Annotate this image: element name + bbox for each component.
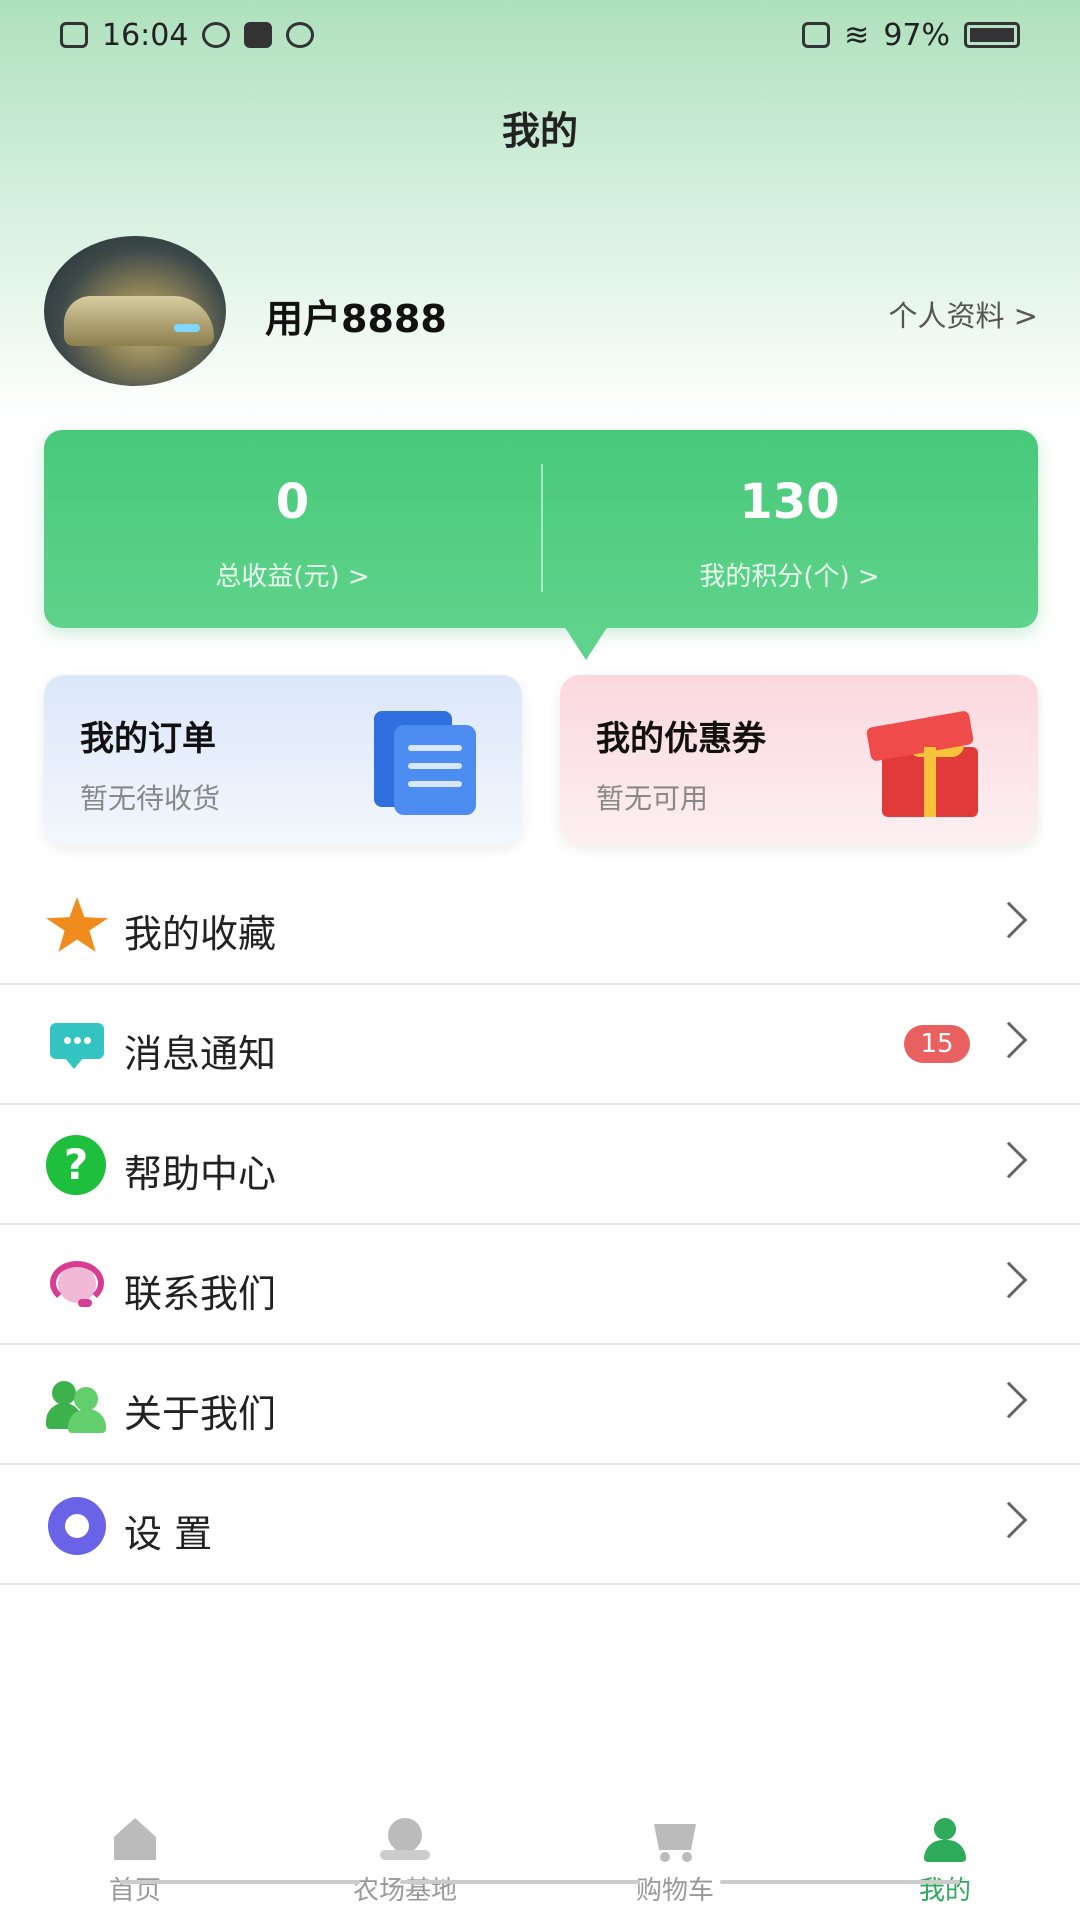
username: 用户8888 xyxy=(265,297,447,341)
home-icon xyxy=(110,1818,160,1862)
my-coupons-title: 我的优惠券 xyxy=(596,719,766,759)
headset-icon xyxy=(46,1257,108,1313)
chevron-right-icon xyxy=(990,1141,1028,1179)
menu-item-label: 设 置 xyxy=(124,1512,213,1556)
mail-icon xyxy=(244,22,273,48)
my-orders-title: 我的订单 xyxy=(80,719,216,759)
chevron-right-icon xyxy=(990,901,1028,939)
my-coupons-subtitle: 暂无可用 xyxy=(596,782,709,815)
bottom-nav: 首页 农场基地 购物车 我的 xyxy=(0,1800,1080,1920)
chevron-right-icon xyxy=(990,1021,1028,1059)
total-earnings[interactable]: 0 总收益(元) > xyxy=(44,430,541,628)
menu-item-label: 消息通知 xyxy=(124,1032,277,1076)
status-time: 16:04 xyxy=(102,17,189,53)
avatar[interactable] xyxy=(44,236,226,386)
profile-link[interactable]: 个人资料 > xyxy=(888,293,1038,335)
menu-item-favorites[interactable]: 我的收藏 xyxy=(0,865,1080,985)
menu-item-notifications[interactable]: 消息通知 15 xyxy=(0,985,1080,1105)
status-bar: 16:04 ≋ 97% xyxy=(0,0,1080,70)
my-orders-card[interactable]: 我的订单 暂无待收货 xyxy=(44,675,522,845)
avatar-car-light xyxy=(174,324,200,332)
my-points-value: 130 xyxy=(739,474,840,530)
my-orders-subtitle: 暂无待收货 xyxy=(80,782,221,815)
stats-card: 0 总收益(元) > 130 我的积分(个) > xyxy=(44,430,1038,660)
sync-icon xyxy=(286,22,315,48)
menu-item-about[interactable]: 关于我们 xyxy=(0,1345,1080,1465)
avatar-car-image xyxy=(64,296,214,346)
menu-item-label: 帮助中心 xyxy=(124,1152,277,1196)
tab-farm[interactable]: 农场基地 xyxy=(270,1810,540,1907)
battery-icon xyxy=(964,22,1020,48)
tab-label: 购物车 xyxy=(635,1876,714,1906)
menu-item-label: 我的收藏 xyxy=(124,912,277,956)
total-earnings-value: 0 xyxy=(275,474,310,530)
tab-underline xyxy=(400,1880,640,1884)
page-title: 我的 xyxy=(501,109,578,153)
menu-item-label: 联系我们 xyxy=(124,1272,277,1316)
wifi-icon: ≋ xyxy=(844,17,870,53)
tab-home[interactable]: 首页 xyxy=(0,1818,270,1907)
tab-mine[interactable]: 我的 xyxy=(810,1818,1080,1907)
chevron-right-icon xyxy=(990,1261,1028,1299)
help-icon: ? xyxy=(46,1135,106,1195)
tab-underline xyxy=(120,1880,360,1884)
tab-label: 首页 xyxy=(108,1876,161,1906)
cart-icon xyxy=(650,1818,700,1862)
total-earnings-label: 总收益(元) > xyxy=(215,562,370,592)
my-coupons-card[interactable]: 我的优惠券 暂无可用 xyxy=(560,675,1038,845)
sim-icon xyxy=(60,22,88,48)
app-notification-icon xyxy=(202,22,231,48)
gift-box-icon xyxy=(865,703,996,821)
farm-icon xyxy=(380,1810,430,1862)
user-icon xyxy=(920,1818,970,1862)
my-points[interactable]: 130 我的积分(个) > xyxy=(541,430,1038,628)
status-left: 16:04 xyxy=(60,17,315,53)
battery-percent: 97% xyxy=(883,17,950,53)
status-right: ≋ 97% xyxy=(802,18,1020,53)
tab-label: 农场基地 xyxy=(352,1876,457,1906)
menu-list: 我的收藏 消息通知 15 ? 帮助中心 联系我们 关于我们 设 置 xyxy=(0,865,1080,1585)
star-icon xyxy=(46,897,108,952)
my-points-label: 我的积分(个) > xyxy=(699,562,880,592)
gear-icon xyxy=(46,1497,108,1555)
tab-underline xyxy=(720,1880,960,1884)
menu-item-settings[interactable]: 设 置 xyxy=(0,1465,1080,1585)
tab-cart[interactable]: 购物车 xyxy=(540,1818,810,1907)
chevron-right-icon xyxy=(990,1501,1028,1539)
menu-item-contact[interactable]: 联系我们 xyxy=(0,1225,1080,1345)
chevron-right-icon xyxy=(990,1381,1028,1419)
menu-item-label: 关于我们 xyxy=(124,1392,277,1436)
order-list-icon xyxy=(368,711,478,815)
users-icon xyxy=(46,1377,108,1433)
notification-count-badge: 15 xyxy=(904,1025,970,1063)
tab-label: 我的 xyxy=(918,1876,971,1906)
menu-item-help[interactable]: ? 帮助中心 xyxy=(0,1105,1080,1225)
mute-icon xyxy=(802,22,831,48)
message-icon xyxy=(46,1017,108,1073)
